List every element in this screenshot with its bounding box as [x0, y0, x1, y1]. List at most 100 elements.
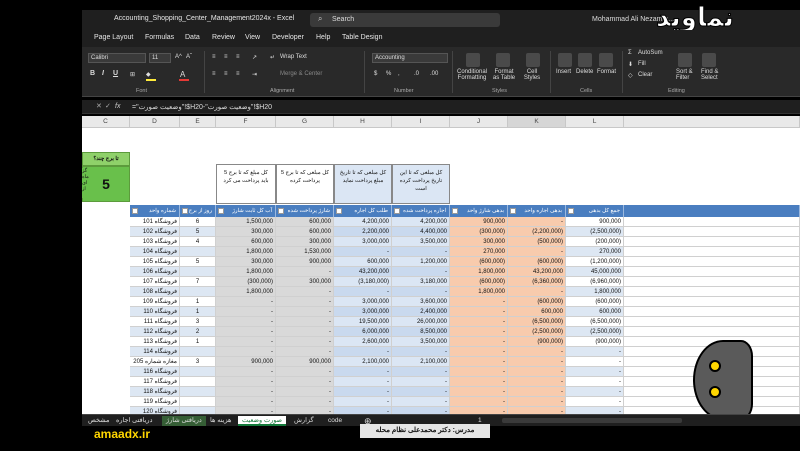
table-cell[interactable]: فروشگاه 113 [130, 337, 180, 347]
filter-dropdown-icon[interactable] [510, 208, 516, 214]
table-cell[interactable]: 43,200,000 [508, 267, 566, 277]
table-cell[interactable]: - [334, 407, 392, 414]
currency-icon[interactable]: $ [374, 71, 377, 77]
number-format-select[interactable]: Accounting [372, 53, 448, 63]
table-cell[interactable]: 5 [180, 257, 216, 267]
th-charge-debt[interactable]: بدهی شارژ واحد [450, 205, 508, 217]
table-cell[interactable]: فروشگاه 120 [130, 407, 180, 414]
table-cell[interactable]: - [334, 397, 392, 407]
filter-dropdown-icon[interactable] [218, 208, 224, 214]
table-cell[interactable]: 300,000 [216, 257, 276, 267]
find-select-button[interactable]: Find & Select [701, 69, 723, 81]
increase-decimal-icon[interactable]: .0 [414, 71, 419, 77]
table-cell[interactable]: - [216, 397, 276, 407]
table-cell[interactable]: فروشگاه 109 [130, 297, 180, 307]
table-cell[interactable]: - [216, 347, 276, 357]
table-cell[interactable]: (600,000) [508, 297, 566, 307]
table-cell[interactable]: (2,200,000) [508, 227, 566, 237]
table-cell[interactable]: 1,800,000 [566, 287, 624, 297]
table-cell[interactable]: 270,000 [450, 247, 508, 257]
table-cell[interactable]: - [508, 357, 566, 367]
table-cell[interactable]: 6 [180, 217, 216, 227]
table-cell[interactable]: - [508, 347, 566, 357]
table-row-filler[interactable] [624, 217, 800, 227]
column-header-c[interactable]: C [82, 116, 130, 128]
font-color-icon[interactable]: A [180, 70, 185, 79]
table-cell[interactable]: - [450, 387, 508, 397]
table-cell[interactable]: 7 [180, 277, 216, 287]
table-cell[interactable]: 19,500,000 [334, 317, 392, 327]
align-center-icon[interactable]: ≡ [224, 71, 228, 77]
table-cell[interactable]: - [276, 307, 334, 317]
table-cell[interactable]: - [566, 407, 624, 414]
table-cell[interactable]: - [334, 377, 392, 387]
table-cell[interactable]: - [508, 377, 566, 387]
th-rent-due[interactable]: طلب کل اجاره [334, 205, 392, 217]
th-unit[interactable]: شماره واحد [130, 205, 180, 217]
bold-button[interactable]: B [90, 70, 95, 77]
sheet-tab[interactable]: گزارش [290, 416, 318, 426]
percent-icon[interactable]: % [386, 71, 391, 77]
align-right-icon[interactable]: ≡ [236, 71, 240, 77]
table-cell[interactable]: - [450, 307, 508, 317]
table-cell[interactable]: 1 [180, 297, 216, 307]
table-row-filler[interactable] [624, 267, 800, 277]
table-cell[interactable]: - [276, 407, 334, 414]
table-cell[interactable]: - [334, 347, 392, 357]
table-cell[interactable]: (900,000) [508, 337, 566, 347]
table-cell[interactable]: 600,000 [334, 257, 392, 267]
table-cell[interactable]: (200,000) [566, 237, 624, 247]
formula-input[interactable]: ="وضعیت صورت"!$H20-"وضعیت صورت"!$H20 [132, 103, 272, 111]
fx-icon[interactable]: fx [115, 103, 120, 110]
table-cell[interactable]: - [450, 337, 508, 347]
table-cell[interactable]: - [216, 317, 276, 327]
table-cell[interactable]: (1,200,000) [566, 257, 624, 267]
table-row-filler[interactable] [624, 297, 800, 307]
table-cell[interactable]: - [216, 327, 276, 337]
th-rent-paid[interactable]: اجاره پرداخت شده [392, 205, 450, 217]
table-cell[interactable] [180, 407, 216, 414]
table-cell[interactable]: - [392, 397, 450, 407]
table-cell[interactable]: (2,500,000) [566, 327, 624, 337]
table-cell[interactable]: فروشگاه 107 [130, 277, 180, 287]
cell-styles-button[interactable]: Cell Styles [520, 69, 544, 81]
table-row-filler[interactable] [624, 317, 800, 327]
table-cell[interactable]: 3,180,000 [392, 277, 450, 287]
table-cell[interactable]: - [392, 377, 450, 387]
table-cell[interactable]: - [508, 247, 566, 257]
table-cell[interactable]: 3,600,000 [392, 297, 450, 307]
table-cell[interactable]: فروشگاه 118 [130, 387, 180, 397]
align-left-icon[interactable]: ≡ [212, 71, 216, 77]
horizontal-scrollbar[interactable] [502, 418, 682, 423]
autosum-button[interactable]: AutoSum [638, 50, 663, 56]
table-cell[interactable]: (6,500,000) [508, 317, 566, 327]
table-cell[interactable]: - [392, 347, 450, 357]
table-cell[interactable]: - [508, 387, 566, 397]
table-cell[interactable]: (500,000) [508, 237, 566, 247]
table-cell[interactable]: - [276, 377, 334, 387]
table-cell[interactable]: فروشگاه 103 [130, 237, 180, 247]
table-cell[interactable]: - [450, 377, 508, 387]
table-cell[interactable]: - [450, 407, 508, 414]
table-cell[interactable]: - [216, 387, 276, 397]
sheet-tab[interactable]: code [324, 416, 346, 426]
table-row-filler[interactable] [624, 307, 800, 317]
table-cell[interactable]: - [508, 407, 566, 414]
table-cell[interactable]: 600,000 [216, 237, 276, 247]
table-cell[interactable]: - [216, 377, 276, 387]
table-cell[interactable]: - [216, 367, 276, 377]
table-cell[interactable]: 3,000,000 [334, 297, 392, 307]
table-cell[interactable]: (600,000) [566, 297, 624, 307]
table-cell[interactable]: - [566, 397, 624, 407]
table-cell[interactable] [180, 347, 216, 357]
column-header-i[interactable]: I [392, 116, 450, 128]
th-day[interactable]: روز از برج [180, 205, 216, 217]
table-cell[interactable]: 1 [180, 337, 216, 347]
table-row-filler[interactable] [624, 277, 800, 287]
tab-formulas[interactable]: Formulas [145, 34, 174, 41]
filter-dropdown-icon[interactable] [278, 208, 284, 214]
table-cell[interactable] [180, 267, 216, 277]
table-cell[interactable]: (6,500,000) [566, 317, 624, 327]
table-row-filler[interactable] [624, 237, 800, 247]
column-header-d[interactable]: D [130, 116, 180, 128]
